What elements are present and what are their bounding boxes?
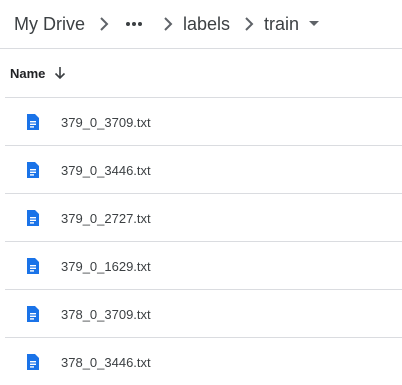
file-name: 378_0_3446.txt — [61, 355, 151, 370]
chevron-right-icon — [160, 12, 176, 36]
file-name: 379_0_3446.txt — [61, 163, 151, 178]
file-row[interactable]: 379_0_3709.txt — [5, 97, 402, 145]
document-icon — [25, 354, 41, 370]
sort-by-name-header[interactable]: Name — [10, 66, 45, 81]
document-icon — [25, 306, 41, 322]
breadcrumb-my-drive[interactable]: My Drive — [13, 12, 86, 36]
document-icon — [25, 210, 41, 226]
document-icon — [25, 162, 41, 178]
column-header: Name — [0, 49, 402, 97]
file-row[interactable]: 378_0_3709.txt — [5, 289, 402, 337]
more-horizontal-icon[interactable] — [123, 12, 145, 36]
file-row[interactable]: 379_0_2727.txt — [5, 193, 402, 241]
chevron-right-icon — [96, 12, 112, 36]
document-icon — [25, 258, 41, 274]
file-name: 379_0_3709.txt — [61, 115, 151, 130]
breadcrumb-labels[interactable]: labels — [182, 12, 231, 36]
caret-down-icon[interactable] — [306, 12, 322, 36]
arrow-down-icon[interactable] — [54, 66, 66, 80]
file-name: 378_0_3709.txt — [61, 307, 151, 322]
document-icon — [25, 114, 41, 130]
file-name: 379_0_2727.txt — [61, 211, 151, 226]
file-row[interactable]: 379_0_1629.txt — [5, 241, 402, 289]
breadcrumb-train[interactable]: train — [263, 12, 300, 36]
file-name: 379_0_1629.txt — [61, 259, 151, 274]
file-list: 379_0_3709.txt 379_0_3446.txt 379_0_2727… — [0, 97, 402, 385]
breadcrumb: My Drive labels train — [0, 0, 402, 48]
file-row[interactable]: 378_0_3446.txt — [5, 337, 402, 385]
chevron-right-icon — [241, 12, 257, 36]
file-row[interactable]: 379_0_3446.txt — [5, 145, 402, 193]
